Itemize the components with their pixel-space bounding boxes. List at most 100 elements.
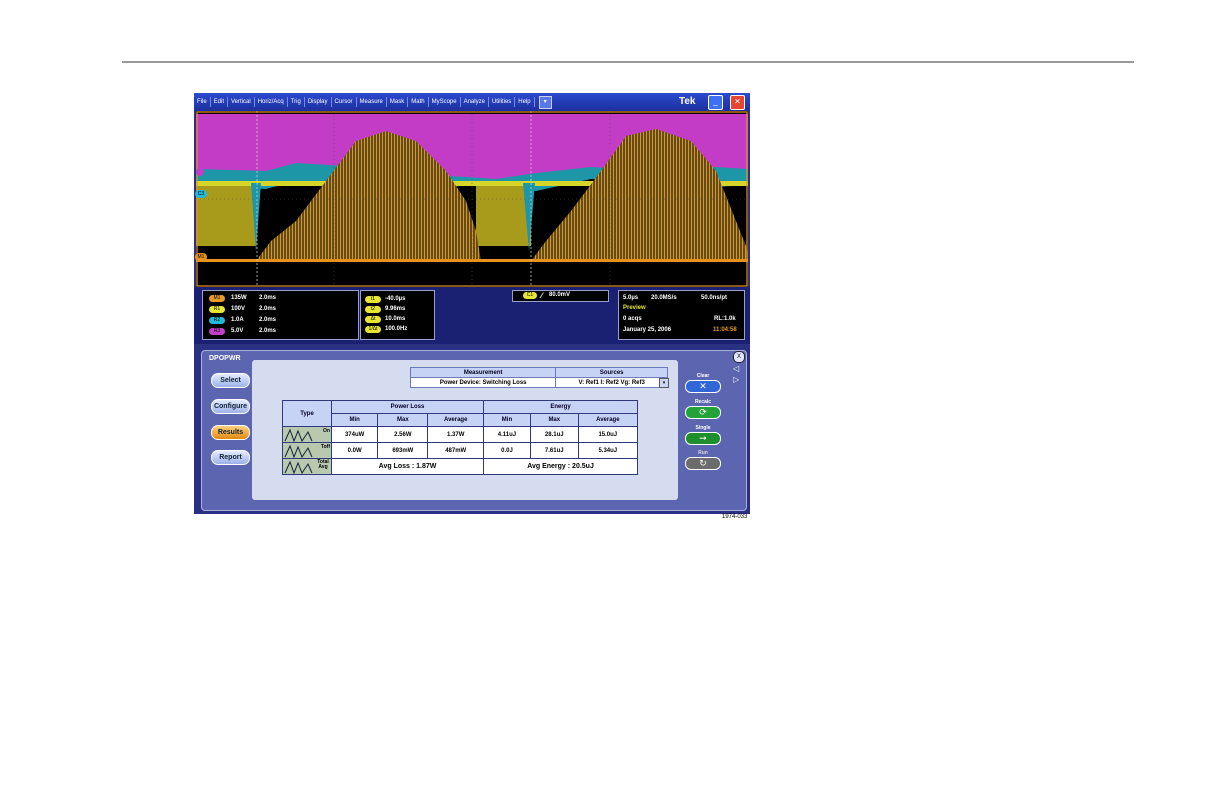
- table-row: On 374uW 2.56W 1.37W 4.11uJ 28.1uJ 15.0u…: [282, 426, 639, 443]
- col-average: Average: [427, 413, 485, 427]
- cell: 1.37W: [427, 426, 485, 443]
- clear-button[interactable]: ✕: [685, 380, 721, 393]
- waveform-thumb-icon: [284, 428, 313, 442]
- avg-energy: Avg Energy : 20.5uJ: [483, 458, 638, 475]
- cell: 487mW: [427, 442, 485, 459]
- nav-select-button[interactable]: Select: [211, 373, 250, 388]
- menu-mask[interactable]: Mask: [387, 97, 409, 107]
- cursor-badge: Δt: [365, 316, 381, 323]
- page-rule: [122, 61, 1134, 63]
- col-average: Average: [577, 413, 639, 427]
- type-header: Type: [282, 400, 332, 427]
- cursor-badge: t1: [365, 296, 381, 303]
- run-button[interactable]: ↻: [685, 457, 721, 470]
- table-row: Toff 0.0W 693mW 487mW 0.0J 7.61uJ 5.34uJ: [282, 442, 639, 459]
- acq-mode: Preview: [623, 305, 646, 311]
- acq-count: 0 acqs: [623, 316, 642, 322]
- col-max: Max: [377, 413, 429, 427]
- single-button[interactable]: ➞: [685, 432, 721, 445]
- channel-badge-m1: M1: [209, 295, 225, 302]
- cursor-badge: t2: [365, 306, 381, 313]
- cell: 693mW: [377, 442, 429, 459]
- measurement-table: Measurement Sources Power Device: Switch…: [409, 367, 668, 388]
- cursor-value: 9.96ms: [385, 306, 406, 312]
- cursor-readout-box[interactable]: t1 -40.0µs t2 9.96ms Δt 10.0ms 1/Δt 100.…: [360, 290, 435, 340]
- recalc-button[interactable]: ⟳: [685, 406, 721, 419]
- cell: 2.56W: [377, 426, 429, 443]
- type-cell-total: Total Avg: [282, 458, 332, 475]
- channel-readout-box[interactable]: M1 135W 2.0ms R1 100V 2.0ms R2 1.0A 2.0m…: [202, 290, 359, 340]
- menu-measure[interactable]: Measure: [357, 97, 387, 107]
- next-arrow-icon[interactable]: ▷: [733, 375, 739, 384]
- waveform-plot: [196, 111, 748, 287]
- cell: 374uW: [330, 426, 379, 443]
- menu-horiz-acq[interactable]: Horiz/Acq: [255, 97, 288, 107]
- time-resolution: 50.0ns/pt: [701, 295, 728, 301]
- type-cell-off: Toff: [282, 442, 332, 459]
- dpopwr-panel: DPOPWR Select Configure Results Report M…: [201, 350, 747, 511]
- channel-marker-cyan[interactable]: C3: [195, 190, 207, 198]
- table-row: Total Avg Avg Loss : 1.87W Avg Energy : …: [282, 458, 638, 475]
- menu-vertical[interactable]: Vertical: [228, 97, 255, 107]
- col-max: Max: [529, 413, 579, 427]
- cell: 4.11uJ: [483, 426, 531, 443]
- cell: 7.61uJ: [529, 442, 579, 459]
- menu-edit[interactable]: Edit: [211, 97, 229, 107]
- prev-arrow-icon[interactable]: ◁: [733, 364, 739, 373]
- channel-marker-magenta[interactable]: [196, 168, 204, 176]
- energy-header: Energy: [483, 400, 638, 414]
- results-table: Type Power Loss Energy Min Max Average M…: [282, 400, 639, 475]
- menu-dropdown-icon[interactable]: ▾: [538, 95, 552, 109]
- cell: 28.1uJ: [529, 426, 579, 443]
- channel-time: 2.0ms: [259, 295, 277, 301]
- menu-myscope[interactable]: MyScope: [429, 97, 461, 107]
- channel-badge-r2: R2: [209, 317, 225, 324]
- menu-trig[interactable]: Trig: [288, 97, 305, 107]
- measurement-value: Power Device: Switching Loss: [409, 377, 557, 388]
- results-content: Measurement Sources Power Device: Switch…: [252, 360, 678, 500]
- channel-scale: 1.0A: [231, 317, 244, 323]
- type-label: Total Avg: [317, 459, 329, 470]
- waveform-display[interactable]: [196, 111, 748, 287]
- menu-file[interactable]: File: [194, 97, 211, 107]
- figure-caption: 1974-033: [722, 514, 748, 520]
- type-label: On: [323, 428, 330, 434]
- oscilloscope-screenshot: File Edit Vertical Horiz/Acq Trig Displa…: [194, 93, 750, 514]
- minimize-button[interactable]: _: [708, 95, 723, 110]
- channel-time: 2.0ms: [259, 317, 277, 323]
- trigger-level: 80.0mV: [549, 292, 571, 298]
- menu-analyze[interactable]: Analyze: [461, 97, 489, 107]
- channel-marker-m1[interactable]: M1: [195, 253, 207, 261]
- run-label: Run: [698, 450, 708, 456]
- channel-time: 2.0ms: [259, 306, 277, 312]
- menu-display[interactable]: Display: [305, 97, 332, 107]
- nav-configure-button[interactable]: Configure: [211, 399, 250, 414]
- channel-scale: 135W: [231, 295, 247, 301]
- measurement-dropdown-icon[interactable]: ▾: [659, 378, 669, 388]
- horizontal-scale: 5.0µs: [623, 295, 639, 301]
- type-label: Toff: [320, 444, 330, 450]
- acquisition-readout-box[interactable]: 5.0µs 20.0MS/s 50.0ns/pt Preview 0 acqs …: [618, 290, 745, 340]
- record-length: RL:1.0k: [714, 316, 736, 322]
- panel-close-icon[interactable]: X: [733, 351, 745, 363]
- menu-utilities[interactable]: Utilities: [489, 97, 516, 107]
- trigger-readout-box[interactable]: C1 ∕ 80.0mV: [512, 290, 609, 302]
- menu-bar: File Edit Vertical Horiz/Acq Trig Displa…: [194, 93, 750, 111]
- waveform-thumb-icon: [284, 444, 313, 458]
- brand-logo: Tek: [679, 96, 696, 107]
- cell: 0.0W: [330, 442, 379, 459]
- readout-strip: M1 135W 2.0ms R1 100V 2.0ms R2 1.0A 2.0m…: [194, 287, 750, 344]
- acq-time: 11:04:58: [713, 327, 737, 333]
- menu-help[interactable]: Help: [515, 97, 535, 107]
- channel-badge-r1: R1: [209, 306, 225, 313]
- nav-report-button[interactable]: Report: [211, 450, 250, 465]
- menu-math[interactable]: Math: [408, 97, 429, 107]
- col-min: Min: [483, 413, 531, 427]
- nav-results-button[interactable]: Results: [211, 425, 250, 440]
- sources-value: V: Ref1 I: Ref2 Vg: Ref3: [555, 377, 668, 388]
- measurement-header: Measurement: [409, 367, 557, 378]
- menu-cursor[interactable]: Cursor: [332, 97, 357, 107]
- close-button[interactable]: ✕: [730, 95, 745, 110]
- clear-control: Clear ✕: [685, 373, 721, 393]
- recalc-control: Recalc ⟳: [685, 399, 721, 419]
